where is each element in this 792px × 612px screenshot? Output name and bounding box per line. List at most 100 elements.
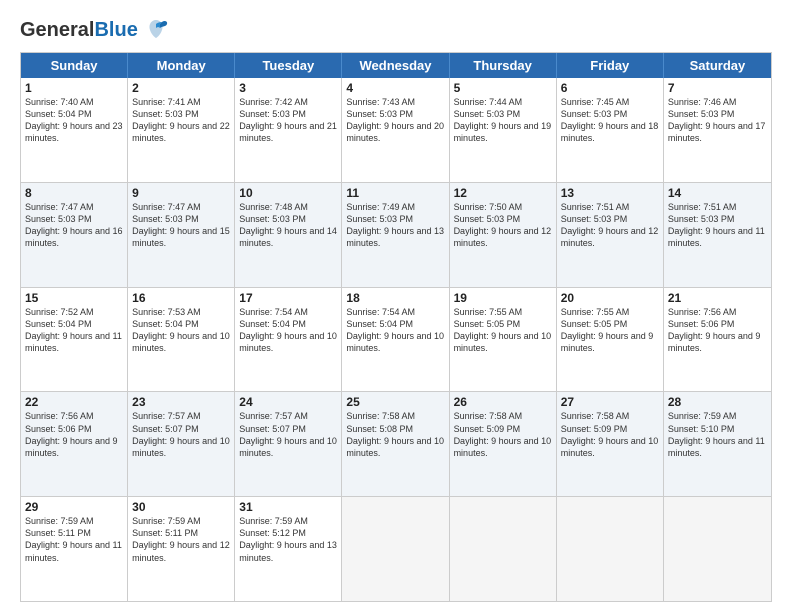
logo: GeneralBlue	[20, 16, 170, 44]
cell-info: Sunrise: 7:51 AM Sunset: 5:03 PM Dayligh…	[561, 201, 659, 250]
cell-info: Sunrise: 7:59 AM Sunset: 5:11 PM Dayligh…	[25, 515, 123, 564]
page: GeneralBlue SundayMondayTuesdayWednesday…	[0, 0, 792, 612]
day-number: 17	[239, 291, 337, 305]
weekday-header: Saturday	[664, 53, 771, 78]
day-number: 12	[454, 186, 552, 200]
cell-info: Sunrise: 7:40 AM Sunset: 5:04 PM Dayligh…	[25, 96, 123, 145]
day-number: 6	[561, 81, 659, 95]
cell-info: Sunrise: 7:53 AM Sunset: 5:04 PM Dayligh…	[132, 306, 230, 355]
day-number: 10	[239, 186, 337, 200]
cell-info: Sunrise: 7:51 AM Sunset: 5:03 PM Dayligh…	[668, 201, 767, 250]
calendar-cell: 24Sunrise: 7:57 AM Sunset: 5:07 PM Dayli…	[235, 392, 342, 496]
day-number: 8	[25, 186, 123, 200]
cell-info: Sunrise: 7:43 AM Sunset: 5:03 PM Dayligh…	[346, 96, 444, 145]
calendar-cell: 14Sunrise: 7:51 AM Sunset: 5:03 PM Dayli…	[664, 183, 771, 287]
calendar-cell: 8Sunrise: 7:47 AM Sunset: 5:03 PM Daylig…	[21, 183, 128, 287]
cell-info: Sunrise: 7:48 AM Sunset: 5:03 PM Dayligh…	[239, 201, 337, 250]
weekday-header: Friday	[557, 53, 664, 78]
day-number: 26	[454, 395, 552, 409]
logo-bird-icon	[142, 16, 170, 44]
cell-info: Sunrise: 7:50 AM Sunset: 5:03 PM Dayligh…	[454, 201, 552, 250]
day-number: 29	[25, 500, 123, 514]
day-number: 27	[561, 395, 659, 409]
cell-info: Sunrise: 7:59 AM Sunset: 5:12 PM Dayligh…	[239, 515, 337, 564]
calendar-row: 1Sunrise: 7:40 AM Sunset: 5:04 PM Daylig…	[21, 78, 771, 182]
calendar-cell: 9Sunrise: 7:47 AM Sunset: 5:03 PM Daylig…	[128, 183, 235, 287]
calendar-cell: 6Sunrise: 7:45 AM Sunset: 5:03 PM Daylig…	[557, 78, 664, 182]
cell-info: Sunrise: 7:44 AM Sunset: 5:03 PM Dayligh…	[454, 96, 552, 145]
calendar-cell: 11Sunrise: 7:49 AM Sunset: 5:03 PM Dayli…	[342, 183, 449, 287]
weekday-header: Sunday	[21, 53, 128, 78]
header: GeneralBlue	[20, 16, 772, 44]
calendar: SundayMondayTuesdayWednesdayThursdayFrid…	[20, 52, 772, 602]
cell-info: Sunrise: 7:52 AM Sunset: 5:04 PM Dayligh…	[25, 306, 123, 355]
calendar-cell	[664, 497, 771, 601]
weekday-header: Wednesday	[342, 53, 449, 78]
calendar-cell: 13Sunrise: 7:51 AM Sunset: 5:03 PM Dayli…	[557, 183, 664, 287]
calendar-cell: 18Sunrise: 7:54 AM Sunset: 5:04 PM Dayli…	[342, 288, 449, 392]
day-number: 2	[132, 81, 230, 95]
cell-info: Sunrise: 7:41 AM Sunset: 5:03 PM Dayligh…	[132, 96, 230, 145]
weekday-header: Tuesday	[235, 53, 342, 78]
calendar-cell	[450, 497, 557, 601]
cell-info: Sunrise: 7:58 AM Sunset: 5:09 PM Dayligh…	[454, 410, 552, 459]
weekday-header: Monday	[128, 53, 235, 78]
calendar-row: 22Sunrise: 7:56 AM Sunset: 5:06 PM Dayli…	[21, 391, 771, 496]
day-number: 9	[132, 186, 230, 200]
day-number: 5	[454, 81, 552, 95]
calendar-cell: 25Sunrise: 7:58 AM Sunset: 5:08 PM Dayli…	[342, 392, 449, 496]
calendar-cell: 16Sunrise: 7:53 AM Sunset: 5:04 PM Dayli…	[128, 288, 235, 392]
calendar-cell: 30Sunrise: 7:59 AM Sunset: 5:11 PM Dayli…	[128, 497, 235, 601]
cell-info: Sunrise: 7:55 AM Sunset: 5:05 PM Dayligh…	[454, 306, 552, 355]
day-number: 22	[25, 395, 123, 409]
calendar-cell: 28Sunrise: 7:59 AM Sunset: 5:10 PM Dayli…	[664, 392, 771, 496]
day-number: 18	[346, 291, 444, 305]
cell-info: Sunrise: 7:47 AM Sunset: 5:03 PM Dayligh…	[132, 201, 230, 250]
day-number: 19	[454, 291, 552, 305]
calendar-header: SundayMondayTuesdayWednesdayThursdayFrid…	[21, 53, 771, 78]
day-number: 16	[132, 291, 230, 305]
calendar-cell: 21Sunrise: 7:56 AM Sunset: 5:06 PM Dayli…	[664, 288, 771, 392]
calendar-cell: 19Sunrise: 7:55 AM Sunset: 5:05 PM Dayli…	[450, 288, 557, 392]
calendar-row: 29Sunrise: 7:59 AM Sunset: 5:11 PM Dayli…	[21, 496, 771, 601]
cell-info: Sunrise: 7:47 AM Sunset: 5:03 PM Dayligh…	[25, 201, 123, 250]
calendar-cell: 1Sunrise: 7:40 AM Sunset: 5:04 PM Daylig…	[21, 78, 128, 182]
day-number: 14	[668, 186, 767, 200]
calendar-cell: 10Sunrise: 7:48 AM Sunset: 5:03 PM Dayli…	[235, 183, 342, 287]
day-number: 4	[346, 81, 444, 95]
calendar-cell: 17Sunrise: 7:54 AM Sunset: 5:04 PM Dayli…	[235, 288, 342, 392]
cell-info: Sunrise: 7:49 AM Sunset: 5:03 PM Dayligh…	[346, 201, 444, 250]
day-number: 7	[668, 81, 767, 95]
calendar-cell: 29Sunrise: 7:59 AM Sunset: 5:11 PM Dayli…	[21, 497, 128, 601]
cell-info: Sunrise: 7:59 AM Sunset: 5:10 PM Dayligh…	[668, 410, 767, 459]
day-number: 11	[346, 186, 444, 200]
cell-info: Sunrise: 7:42 AM Sunset: 5:03 PM Dayligh…	[239, 96, 337, 145]
weekday-header: Thursday	[450, 53, 557, 78]
day-number: 3	[239, 81, 337, 95]
cell-info: Sunrise: 7:58 AM Sunset: 5:09 PM Dayligh…	[561, 410, 659, 459]
calendar-cell: 2Sunrise: 7:41 AM Sunset: 5:03 PM Daylig…	[128, 78, 235, 182]
cell-info: Sunrise: 7:45 AM Sunset: 5:03 PM Dayligh…	[561, 96, 659, 145]
cell-info: Sunrise: 7:54 AM Sunset: 5:04 PM Dayligh…	[346, 306, 444, 355]
calendar-body: 1Sunrise: 7:40 AM Sunset: 5:04 PM Daylig…	[21, 78, 771, 601]
logo-text: GeneralBlue	[20, 19, 138, 42]
day-number: 21	[668, 291, 767, 305]
calendar-cell: 5Sunrise: 7:44 AM Sunset: 5:03 PM Daylig…	[450, 78, 557, 182]
day-number: 24	[239, 395, 337, 409]
cell-info: Sunrise: 7:57 AM Sunset: 5:07 PM Dayligh…	[132, 410, 230, 459]
calendar-cell: 7Sunrise: 7:46 AM Sunset: 5:03 PM Daylig…	[664, 78, 771, 182]
calendar-cell	[342, 497, 449, 601]
cell-info: Sunrise: 7:59 AM Sunset: 5:11 PM Dayligh…	[132, 515, 230, 564]
calendar-cell: 23Sunrise: 7:57 AM Sunset: 5:07 PM Dayli…	[128, 392, 235, 496]
day-number: 23	[132, 395, 230, 409]
day-number: 20	[561, 291, 659, 305]
day-number: 13	[561, 186, 659, 200]
calendar-row: 8Sunrise: 7:47 AM Sunset: 5:03 PM Daylig…	[21, 182, 771, 287]
day-number: 15	[25, 291, 123, 305]
calendar-cell: 22Sunrise: 7:56 AM Sunset: 5:06 PM Dayli…	[21, 392, 128, 496]
calendar-cell: 3Sunrise: 7:42 AM Sunset: 5:03 PM Daylig…	[235, 78, 342, 182]
day-number: 31	[239, 500, 337, 514]
calendar-cell	[557, 497, 664, 601]
cell-info: Sunrise: 7:46 AM Sunset: 5:03 PM Dayligh…	[668, 96, 767, 145]
cell-info: Sunrise: 7:56 AM Sunset: 5:06 PM Dayligh…	[668, 306, 767, 355]
